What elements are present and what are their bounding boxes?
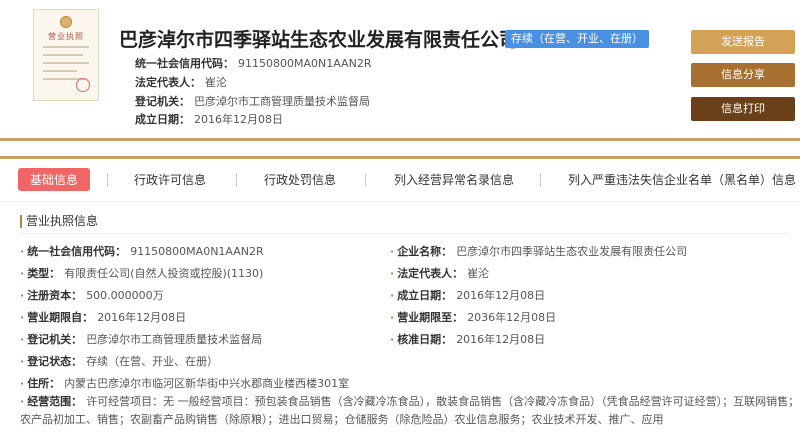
info-tabs: 基础信息 行政许可信息 行政处罚信息 列入经营异常名录信息 列入严重违法失信企业… (0, 156, 800, 202)
field-label: 营业期限至： (397, 311, 464, 324)
info-value: 巴彦淖尔市工商管理质量技术监督局 (194, 95, 370, 108)
section-divider (20, 233, 790, 234)
tab-divider (236, 173, 237, 187)
info-row-authority: 登记机关： 巴彦淖尔市工商管理质量技术监督局 (135, 93, 370, 109)
field-approved: · 核准日期： 2016年12月08日 (390, 333, 546, 346)
field-value: 崔沦 (467, 267, 490, 280)
field-business-scope: · 经营范围： 许可经营项目：无 一般经营项目：预包装食品销售（含冷藏冷冻食品），散… (20, 395, 800, 426)
field-value: 2036年12月08日 (467, 311, 557, 324)
field-value: 巴彦淖尔市四季驿站生态农业发展有限责任公司 (456, 245, 688, 258)
info-value: 2016年12月08日 (194, 113, 283, 126)
field-value: 存续（在营、开业、在册） (86, 355, 219, 368)
field-value: 2016年12月08日 (97, 311, 187, 324)
info-row-established: 成立日期： 2016年12月08日 (135, 111, 283, 127)
tab-basic-info[interactable]: 基础信息 (18, 168, 91, 191)
tab-admin-license[interactable]: 行政许可信息 (134, 171, 206, 188)
info-row-credit-code: 统一社会信用代码： 91150800MA0N1AAN2R (135, 55, 371, 71)
field-label: 类型： (27, 267, 61, 280)
field-label: 住所： (27, 377, 61, 390)
info-label: 法定代表人： (135, 76, 201, 89)
field-label: 登记机关： (27, 333, 83, 346)
field-status: · 登记状态： 存续（在营、开业、在册） (20, 355, 219, 368)
field-label: 成立日期： (397, 289, 453, 302)
field-label: 经营范围： (27, 395, 83, 408)
share-info-button[interactable]: 信息分享 (691, 63, 795, 87)
info-value: 91150800MA0N1AAN2R (238, 57, 372, 70)
tab-divider (540, 173, 541, 187)
company-name: 巴彦淖尔市四季驿站生态农业发展有限责任公司 (119, 29, 519, 51)
field-capital: · 注册资本： 500.000000万 (20, 289, 164, 302)
field-label: 统一社会信用代码： (27, 245, 127, 258)
field-credit-code: · 统一社会信用代码： 91150800MA0N1AAN2R (20, 245, 264, 258)
info-label: 成立日期： (135, 113, 190, 126)
field-value: 2016年12月08日 (456, 333, 546, 346)
field-term-to: · 营业期限至： 2036年12月08日 (390, 311, 557, 324)
field-value: 2016年12月08日 (456, 289, 546, 302)
tab-admin-penalty[interactable]: 行政处罚信息 (264, 171, 336, 188)
field-label: 营业期限自： (27, 311, 94, 324)
field-type: · 类型： 有限责任公司(自然人投资或控股)(1130) (20, 267, 264, 280)
field-authority: · 登记机关： 巴彦淖尔市工商管理质量技术监督局 (20, 333, 263, 346)
field-term-from: · 营业期限自： 2016年12月08日 (20, 311, 187, 324)
field-company-name: · 企业名称： 巴彦淖尔市四季驿站生态农业发展有限责任公司 (390, 245, 688, 258)
section-title: 营业执照信息 (20, 215, 98, 228)
field-address: · 住所： 内蒙古巴彦淖尔市临河区新华街中兴水郡商业楼西楼301室 (20, 377, 350, 390)
field-value: 内蒙古巴彦淖尔市临河区新华街中兴水郡商业楼西楼301室 (64, 377, 350, 390)
seal-icon (76, 78, 90, 92)
send-report-button[interactable]: 发送报告 (691, 30, 795, 54)
field-value: 有限责任公司(自然人投资或控股)(1130) (64, 267, 264, 280)
info-value: 崔沦 (205, 76, 227, 89)
info-label: 统一社会信用代码： (135, 57, 234, 70)
field-value: 许可经营项目：无 一般经营项目：预包装食品销售（含冷藏冷冻食品），散装食品销售（… (20, 395, 800, 426)
print-info-button[interactable]: 信息打印 (691, 97, 795, 121)
national-emblem-icon (60, 16, 72, 28)
field-label: 核准日期： (397, 333, 453, 346)
status-badge: 存续（在营、开业、在册） (505, 30, 649, 48)
field-label: 登记状态： (27, 355, 83, 368)
tab-divider (107, 173, 108, 187)
license-thumb-title: 营业执照 (48, 32, 84, 41)
field-value: 500.000000万 (86, 289, 164, 302)
field-label: 企业名称： (397, 245, 453, 258)
field-label: 法定代表人： (397, 267, 464, 280)
field-legal-rep: · 法定代表人： 崔沦 (390, 267, 490, 280)
info-label: 登记机关： (135, 95, 190, 108)
company-header: 营业执照 巴彦淖尔市四季驿站生态农业发展有限责任公司 存续（在营、开业、在册） … (0, 0, 800, 141)
field-established: · 成立日期： 2016年12月08日 (390, 289, 546, 302)
tab-abnormal-operation[interactable]: 列入经营异常名录信息 (394, 171, 514, 188)
field-value: 巴彦淖尔市工商管理质量技术监督局 (86, 333, 263, 346)
info-row-legal-rep: 法定代表人： 崔沦 (135, 74, 227, 90)
tab-blacklist[interactable]: 列入严重违法失信企业名单（黑名单）信息 (568, 171, 796, 188)
field-value: 91150800MA0N1AAN2R (130, 245, 264, 258)
field-label: 注册资本： (27, 289, 83, 302)
business-license-thumbnail[interactable]: 营业执照 (33, 9, 99, 101)
tab-divider (365, 173, 366, 187)
